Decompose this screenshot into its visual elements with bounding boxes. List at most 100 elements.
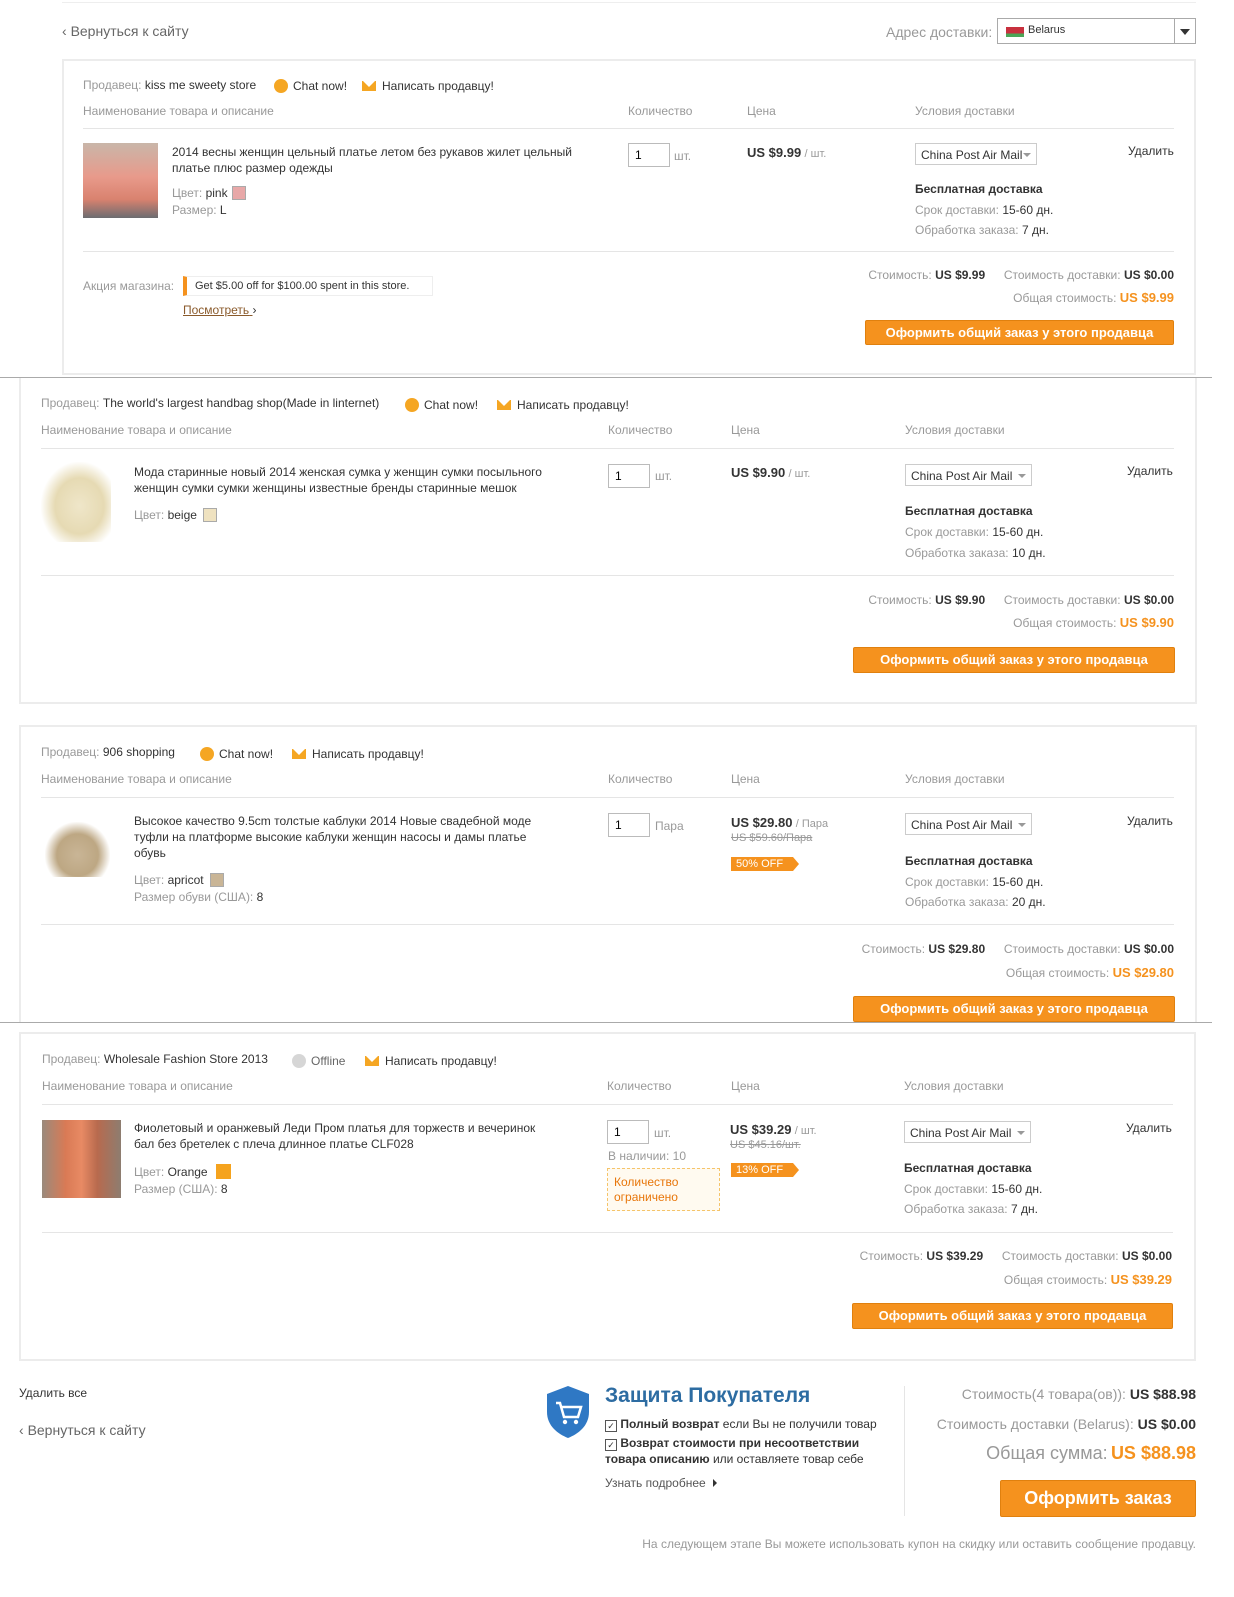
qty-unit: Пара <box>655 819 684 833</box>
product-title[interactable]: 2014 весны женщин цельный платье летом б… <box>172 144 572 176</box>
color-swatch <box>215 1164 231 1179</box>
delete-link[interactable]: Удалить <box>1127 814 1173 828</box>
chat-icon <box>405 398 419 412</box>
order-from-seller-button[interactable]: Оформить общий заказ у этого продавца <box>865 320 1174 345</box>
belarus-flag-icon <box>1006 27 1024 37</box>
chat-now-link[interactable]: Chat now! <box>405 398 478 412</box>
stock-available: В наличии: 10 <box>608 1149 687 1163</box>
store-cost-row: Стоимость: US $9.90 Стоимость доставки: … <box>868 593 1174 607</box>
shipping-method-select[interactable]: China Post Air Mail <box>905 464 1032 486</box>
processing-time: Обработка заказа: 20 дн. <box>905 895 1046 909</box>
back-to-site-link-top[interactable]: ‹ Вернуться к сайту <box>62 23 189 39</box>
message-seller-link[interactable]: Написать продавцу! <box>292 747 424 761</box>
product-image[interactable] <box>45 822 110 877</box>
seller-name[interactable]: kiss me sweety store <box>145 78 256 92</box>
order-from-seller-button[interactable]: Оформить общий заказ у этого продавца <box>852 1303 1173 1329</box>
chat-now-link[interactable]: Chat now! <box>200 747 273 761</box>
limited-quantity-notice: Количество ограничено <box>607 1168 720 1211</box>
product-color: Цвет: beige <box>134 508 217 522</box>
seller-name[interactable]: The world's largest handbag shop(Made in… <box>103 396 379 410</box>
quantity-input[interactable] <box>628 143 670 167</box>
seller-name[interactable]: Wholesale Fashion Store 2013 <box>104 1052 268 1066</box>
chevron-down-icon <box>1023 153 1031 157</box>
learn-more-link[interactable]: Узнать подробнее <box>605 1476 718 1490</box>
shipping-method-select[interactable]: China Post Air Mail <box>905 813 1032 835</box>
message-seller-link[interactable]: Написать продавцу! <box>365 1054 497 1068</box>
free-shipping: Бесплатная доставка <box>905 504 1033 518</box>
message-seller-link[interactable]: Написать продавцу! <box>497 398 629 412</box>
offline-icon <box>292 1054 306 1068</box>
seller-row: Продавец: kiss me sweety store <box>83 78 257 92</box>
col-header-product: Наименование товара и описание <box>41 772 232 786</box>
protection-item-refund: ✓ Полный возврат если Вы не получили тов… <box>605 1417 895 1432</box>
quantity-input[interactable] <box>608 464 650 488</box>
color-swatch <box>209 873 224 887</box>
product-image[interactable] <box>83 143 158 218</box>
grand-total-row: Общая сумма: US $88.98 <box>986 1443 1196 1463</box>
product-image[interactable] <box>41 462 111 542</box>
shipping-method-select[interactable]: China Post Air Mail <box>915 143 1037 165</box>
seller-name[interactable]: 906 shopping <box>103 745 175 759</box>
delete-link[interactable]: Удалить <box>1126 1121 1172 1135</box>
quantity-input[interactable] <box>607 1120 649 1144</box>
chat-icon <box>200 747 214 761</box>
delete-all-link[interactable]: Удалить все <box>19 1386 87 1400</box>
product-title[interactable]: Высокое качество 9.5cm толстые каблуки 2… <box>134 813 544 861</box>
delete-link[interactable]: Удалить <box>1128 144 1174 158</box>
delivery-term: Срок доставки: 15-60 дн. <box>905 525 1044 539</box>
footer-divider <box>904 1386 905 1516</box>
chevron-left-icon: ‹ <box>19 1422 28 1438</box>
protection-item-mismatch: ✓ Возврат стоимости при несоответствии т… <box>605 1436 864 1466</box>
old-price: US $45.16/шт. <box>730 1139 801 1151</box>
qty-unit: шт. <box>654 1126 672 1140</box>
shipping-total-row: Стоимость доставки (Belarus): US $0.00 <box>936 1416 1196 1432</box>
chevron-right-icon: › <box>252 303 257 317</box>
seller-row: Продавец: The world's largest handbag sh… <box>41 396 380 410</box>
store-total-row: Общая стоимость: US $9.99 <box>1013 290 1174 305</box>
qty-unit: шт. <box>655 469 673 483</box>
place-order-button[interactable]: Оформить заказ <box>1000 1480 1196 1517</box>
order-from-seller-button[interactable]: Оформить общий заказ у этого продавца <box>853 996 1175 1022</box>
next-step-note: На следующем этапе Вы можете использоват… <box>642 1537 1196 1551</box>
col-header-product: Наименование товара и описание <box>42 1079 233 1093</box>
product-size: Размер обуви (США): 8 <box>134 890 264 904</box>
seller-row: Продавец: 906 shopping <box>41 745 175 759</box>
product-color: Цвет: Orange <box>134 1164 231 1179</box>
product-title[interactable]: Фиолетовый и оранжевый Леди Пром платья … <box>134 1120 554 1152</box>
col-header-shipping: Условия доставки <box>905 772 1005 786</box>
store-cost-row: Стоимость: US $29.80 Стоимость доставки:… <box>861 942 1174 956</box>
delivery-term: Срок доставки: 15-60 дн. <box>904 1182 1043 1196</box>
quantity-input[interactable] <box>608 813 650 837</box>
chat-now-link[interactable]: Chat now! <box>274 79 347 93</box>
dropdown-button[interactable] <box>1174 19 1195 43</box>
shipping-method-select[interactable]: China Post Air Mail <box>904 1121 1031 1143</box>
col-header-qty: Количество <box>607 1079 672 1093</box>
country-select[interactable]: Belarus <box>997 18 1196 44</box>
product-size: Размер (США): 8 <box>134 1182 228 1196</box>
chevron-down-icon <box>1018 823 1026 827</box>
free-shipping: Бесплатная доставка <box>904 1161 1032 1175</box>
col-header-qty: Количество <box>628 104 693 118</box>
product-size: Размер: L <box>172 203 227 217</box>
promo-view-link[interactable]: Посмотреть › <box>183 303 257 317</box>
product-color: Цвет: pink <box>172 186 246 200</box>
delete-link[interactable]: Удалить <box>1127 464 1173 478</box>
buyer-protection-title: Защита Покупателя <box>605 1384 811 1407</box>
store-cost-row: Стоимость: US $9.99 Стоимость доставки: … <box>868 268 1174 282</box>
discount-badge: 50% OFF <box>731 857 800 871</box>
checkbox-checked-icon: ✓ <box>605 1420 617 1432</box>
col-header-price: Цена <box>731 772 760 786</box>
store-promo-label: Акция магазина: <box>83 279 175 293</box>
caret-right-icon <box>713 1479 718 1487</box>
product-title[interactable]: Мода старинные новый 2014 женская сумка … <box>134 464 554 496</box>
discount-badge: 13% OFF <box>731 1163 800 1177</box>
product-image[interactable] <box>42 1120 121 1198</box>
message-seller-link[interactable]: Написать продавцу! <box>362 79 494 93</box>
back-to-site-link-bottom[interactable]: ‹ Вернуться к сайту <box>19 1422 146 1438</box>
col-header-qty: Количество <box>608 772 673 786</box>
old-price: US $59.60/Пара <box>731 832 813 844</box>
col-header-product: Наименование товара и описание <box>41 423 232 437</box>
shield-cart-icon <box>545 1384 591 1440</box>
price: US $9.90 / шт. <box>731 465 811 480</box>
order-from-seller-button[interactable]: Оформить общий заказ у этого продавца <box>853 647 1175 673</box>
